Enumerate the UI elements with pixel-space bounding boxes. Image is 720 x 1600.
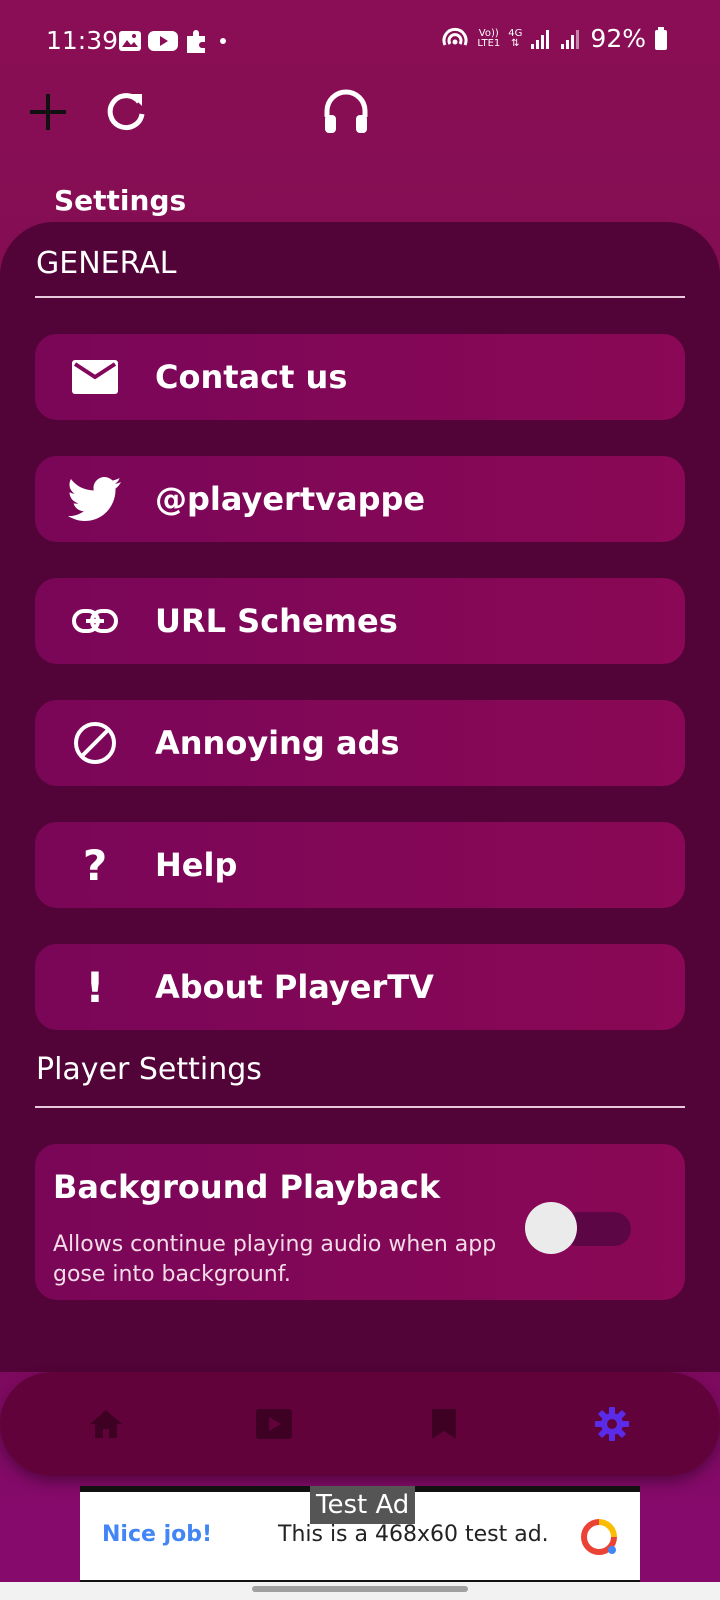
video-icon <box>256 1409 292 1439</box>
nav-settings[interactable] <box>582 1398 642 1450</box>
top-toolbar <box>0 82 720 142</box>
block-icon <box>35 700 155 786</box>
volte-indicator: Vo)) LTE1 <box>477 27 501 49</box>
exclamation-icon: ! <box>85 962 105 1012</box>
signal-icon <box>531 29 550 49</box>
menu-item-twitter[interactable]: @playertvappe <box>35 456 685 542</box>
link-icon <box>35 578 155 664</box>
refresh-icon <box>107 93 145 131</box>
headphones-icon <box>324 89 368 133</box>
gallery-icon <box>119 31 141 51</box>
refresh-button[interactable] <box>96 82 156 142</box>
home-indicator-bar <box>0 1582 720 1600</box>
menu-item-annoying-ads[interactable]: Annoying ads <box>35 700 685 786</box>
ad-body: This is a 468x60 test ad. <box>278 1522 549 1547</box>
status-time: 11:39 <box>46 26 119 55</box>
test-ad-badge: Test Ad <box>310 1486 416 1524</box>
twitter-icon <box>35 456 155 542</box>
ad-logo-icon <box>581 1519 617 1555</box>
notification-icons <box>118 28 230 54</box>
menu-item-label: Annoying ads <box>155 724 400 762</box>
battery-icon <box>655 26 667 50</box>
menu-item-contact-us[interactable]: Contact us <box>35 334 685 420</box>
background-playback-card: Background Playback Allows continue play… <box>35 1144 685 1300</box>
bookmark-icon <box>432 1409 456 1439</box>
player-settings-header: Player Settings <box>36 1052 262 1087</box>
battery-percent: 92% <box>590 24 646 53</box>
general-section-header: GENERAL <box>36 246 177 281</box>
background-playback-title: Background Playback <box>53 1168 441 1206</box>
menu-item-label: Help <box>155 846 238 884</box>
background-playback-description: Allows continue playing audio when app g… <box>53 1232 497 1287</box>
network-4g-indicator: 4G ⇅ <box>508 27 523 49</box>
home-indicator[interactable] <box>252 1586 468 1592</box>
menu-item-label: @playertvappe <box>155 480 426 518</box>
youtube-icon <box>148 31 178 51</box>
toggle-thumb <box>525 1202 577 1254</box>
signal-icon-2 <box>561 29 580 49</box>
menu-item-help[interactable]: ? Help <box>35 822 685 908</box>
status-bar: 11:39 Vo)) LTE1 4G ⇅ 92% <box>0 0 720 80</box>
general-divider <box>35 296 685 298</box>
menu-item-about[interactable]: ! About PlayerTV <box>35 944 685 1030</box>
question-icon: ? <box>82 840 108 890</box>
ad-headline: Nice job! <box>102 1522 213 1547</box>
settings-icon <box>595 1407 629 1441</box>
status-right: Vo)) LTE1 4G ⇅ 92% <box>441 24 668 53</box>
player-settings-divider <box>35 1106 685 1108</box>
menu-item-label: Contact us <box>155 358 348 396</box>
add-button[interactable] <box>18 82 78 142</box>
puzzle-icon <box>187 30 205 53</box>
menu-item-label: URL Schemes <box>155 602 398 640</box>
menu-item-label: About PlayerTV <box>155 968 434 1006</box>
nav-home[interactable] <box>76 1398 136 1450</box>
menu-item-url-schemes[interactable]: URL Schemes <box>35 578 685 664</box>
nav-bookmarks[interactable] <box>414 1398 474 1450</box>
dot-icon <box>220 38 226 44</box>
mail-icon <box>35 334 155 420</box>
bottom-navigation <box>0 1372 720 1476</box>
background-playback-toggle[interactable] <box>525 1196 645 1254</box>
headphones-button[interactable] <box>316 82 376 142</box>
nav-videos[interactable] <box>244 1398 304 1450</box>
plus-icon <box>30 94 66 130</box>
hotspot-icon <box>442 27 468 46</box>
page-title: Settings <box>54 184 187 217</box>
home-icon <box>90 1410 122 1438</box>
